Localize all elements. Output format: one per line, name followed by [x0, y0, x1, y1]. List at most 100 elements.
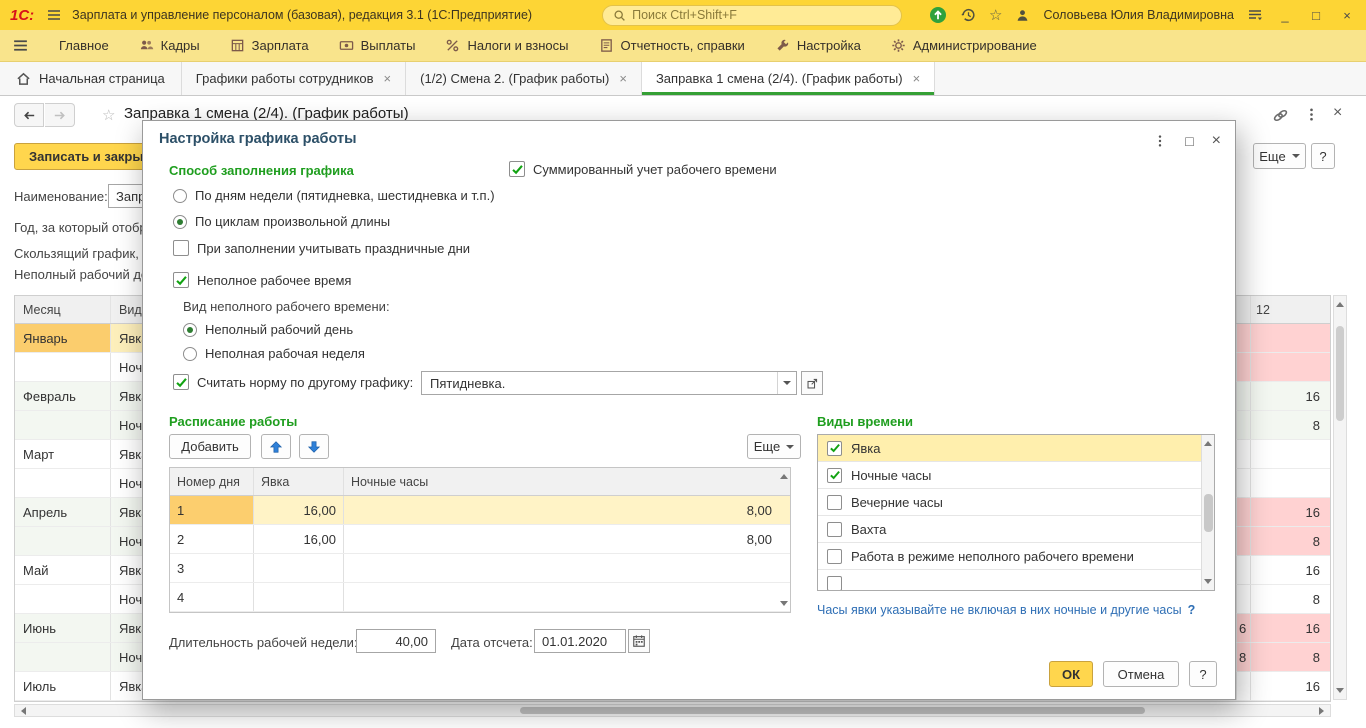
dialog-kebab-menu-icon[interactable]	[1153, 134, 1167, 148]
menu-item-6[interactable]: Отчетность, справки	[599, 38, 745, 53]
tab-2[interactable]: (1/2) Смена 2. (График работы)×	[406, 62, 642, 95]
global-search-input[interactable]: Поиск Ctrl+Shift+F	[602, 5, 902, 26]
column-header-night-hours[interactable]: Ночные часы	[344, 468, 790, 495]
titlebar: 1С: Зарплата и управление персоналом (ба…	[0, 0, 1366, 30]
holidays-checkbox[interactable]: При заполнении учитывать праздничные дни	[173, 240, 470, 256]
tab-3[interactable]: Заправка 1 смена (2/4). (График работы)×	[642, 62, 935, 95]
menu-item-4[interactable]: Выплаты	[339, 38, 416, 53]
menu-item-5[interactable]: Налоги и взносы	[445, 38, 568, 53]
combobox-dropdown-icon[interactable]	[777, 372, 796, 394]
discussions-icon[interactable]	[929, 6, 947, 24]
schedule-row-3[interactable]: 3	[170, 554, 790, 583]
time-kind-checkbox[interactable]	[827, 576, 842, 591]
window-maximize-button[interactable]: □	[1307, 8, 1325, 23]
norm-by-other-schedule-checkbox[interactable]: Считать норму по другому графику:	[173, 374, 413, 390]
time-kind-row-1[interactable]: Явка	[818, 435, 1214, 462]
form-favorite-star-icon[interactable]: ☆	[102, 106, 115, 124]
schedule-row-2[interactable]: 216,008,00	[170, 525, 790, 554]
tab-1[interactable]: Графики работы сотрудников×	[182, 62, 406, 95]
week-length-input[interactable]: 40,00	[356, 629, 436, 653]
add-row-button[interactable]: Добавить	[169, 434, 251, 459]
hint-help-link[interactable]: ?	[1188, 603, 1196, 617]
menu-item-7[interactable]: Настройка	[775, 38, 861, 53]
scroll-left-icon[interactable]	[17, 705, 26, 716]
time-kind-label: Вахта	[851, 522, 886, 537]
radio-by-cycles[interactable]: По циклам произвольной длины	[173, 214, 390, 229]
form-help-button[interactable]: ?	[1311, 143, 1335, 169]
open-schedule-button[interactable]	[801, 371, 823, 395]
radio-parttime-day[interactable]: Неполный рабочий день	[183, 322, 353, 337]
time-kind-checkbox[interactable]	[827, 441, 842, 456]
menu-item-3[interactable]: Зарплата	[230, 38, 309, 53]
vertical-scrollbar[interactable]	[1333, 295, 1347, 700]
calendar-icon[interactable]	[628, 629, 650, 653]
time-kind-row-5[interactable]: Работа в режиме неполного рабочего време…	[818, 543, 1214, 570]
time-kind-checkbox[interactable]	[827, 495, 842, 510]
vertical-scroll-thumb[interactable]	[1336, 326, 1344, 421]
titlebar-right-controls: ☆ Соловьева Юлия Владимировна _ □ ×	[929, 6, 1356, 24]
dialog-close-button[interactable]: ×	[1212, 133, 1221, 149]
start-date-input[interactable]: 01.01.2020	[534, 629, 626, 653]
get-link-icon[interactable]	[1272, 107, 1289, 124]
summary-time-accounting-checkbox[interactable]: Суммированный учет рабочего времени	[509, 161, 777, 177]
menu-item-1[interactable]: Главное	[59, 38, 109, 53]
form-kebab-menu-icon[interactable]	[1304, 107, 1319, 122]
sections-panel-hamburger-icon[interactable]	[12, 37, 29, 54]
move-up-button[interactable]	[261, 434, 291, 459]
horizontal-scroll-thumb[interactable]	[520, 707, 1145, 714]
list-scroll-down-icon[interactable]	[1204, 579, 1212, 588]
scroll-right-icon[interactable]	[1319, 705, 1328, 716]
list-scroll-thumb[interactable]	[1204, 494, 1213, 532]
menu-item-label: Выплаты	[361, 38, 416, 53]
column-header-attendance[interactable]: Явка	[254, 468, 344, 495]
parttime-checkbox[interactable]: Неполное рабочее время	[173, 272, 351, 288]
dialog-maximize-button[interactable]: □	[1185, 134, 1193, 148]
form-close-icon[interactable]: ×	[1333, 104, 1342, 122]
form-more-button[interactable]: Еще	[1253, 143, 1306, 169]
menu-item-2[interactable]: Кадры	[139, 38, 200, 53]
table-scroll-up-icon[interactable]	[778, 470, 789, 479]
horizontal-scrollbar[interactable]	[14, 704, 1331, 717]
list-scroll-up-icon[interactable]	[1204, 437, 1212, 446]
move-down-button[interactable]	[299, 434, 329, 459]
time-kinds-scrollbar[interactable]	[1201, 435, 1214, 590]
schedule-more-button[interactable]: Еще	[747, 434, 801, 459]
checkbox-icon	[173, 374, 189, 390]
tab-close-icon[interactable]: ×	[619, 71, 627, 86]
menu-item-8[interactable]: Администрирование	[891, 38, 1037, 53]
home-tab[interactable]: Начальная страница	[0, 62, 182, 95]
time-kind-checkbox[interactable]	[827, 522, 842, 537]
scroll-down-icon[interactable]	[1334, 688, 1346, 697]
radio-by-weekdays[interactable]: По дням недели (пятидневка, шестидневка …	[173, 188, 495, 203]
scroll-up-icon[interactable]	[1334, 298, 1346, 307]
favorites-star-icon[interactable]: ☆	[989, 6, 1002, 24]
nav-forward-button[interactable]	[45, 103, 75, 127]
column-header-day12[interactable]: 12	[1250, 296, 1330, 323]
schedule-row-4[interactable]: 4	[170, 583, 790, 612]
schedule-row-1[interactable]: 116,008,00	[170, 496, 790, 525]
main-menu-hamburger-icon[interactable]	[46, 7, 62, 23]
table-scroll-down-icon[interactable]	[778, 601, 789, 610]
tab-close-icon[interactable]: ×	[913, 71, 921, 86]
time-kind-row-4[interactable]: Вахта	[818, 516, 1214, 543]
time-kind-row-3[interactable]: Вечерние часы	[818, 489, 1214, 516]
nav-back-button[interactable]	[14, 103, 44, 127]
tab-close-icon[interactable]: ×	[384, 71, 392, 86]
norm-schedule-combobox[interactable]: Пятидневка.	[421, 371, 797, 395]
checkbox-label: Неполное рабочее время	[197, 273, 351, 288]
service-menu-icon[interactable]	[1247, 7, 1263, 23]
column-header-day-number[interactable]: Номер дня	[170, 468, 254, 495]
time-kind-row-6[interactable]	[818, 570, 1214, 591]
time-kind-row-2[interactable]: Ночные часы	[818, 462, 1214, 489]
radio-parttime-week[interactable]: Неполная рабочая неделя	[183, 346, 365, 361]
cancel-button[interactable]: Отмена	[1103, 661, 1179, 687]
time-kind-checkbox[interactable]	[827, 468, 842, 483]
column-header-month[interactable]: Месяц	[15, 296, 111, 323]
window-minimize-button[interactable]: _	[1276, 8, 1294, 23]
window-close-button[interactable]: ×	[1338, 8, 1356, 23]
ok-button[interactable]: ОК	[1049, 661, 1093, 687]
time-kind-checkbox[interactable]	[827, 549, 842, 564]
history-icon[interactable]	[960, 7, 976, 23]
dialog-help-button[interactable]: ?	[1189, 661, 1217, 687]
menu-item-label: Главное	[59, 38, 109, 53]
